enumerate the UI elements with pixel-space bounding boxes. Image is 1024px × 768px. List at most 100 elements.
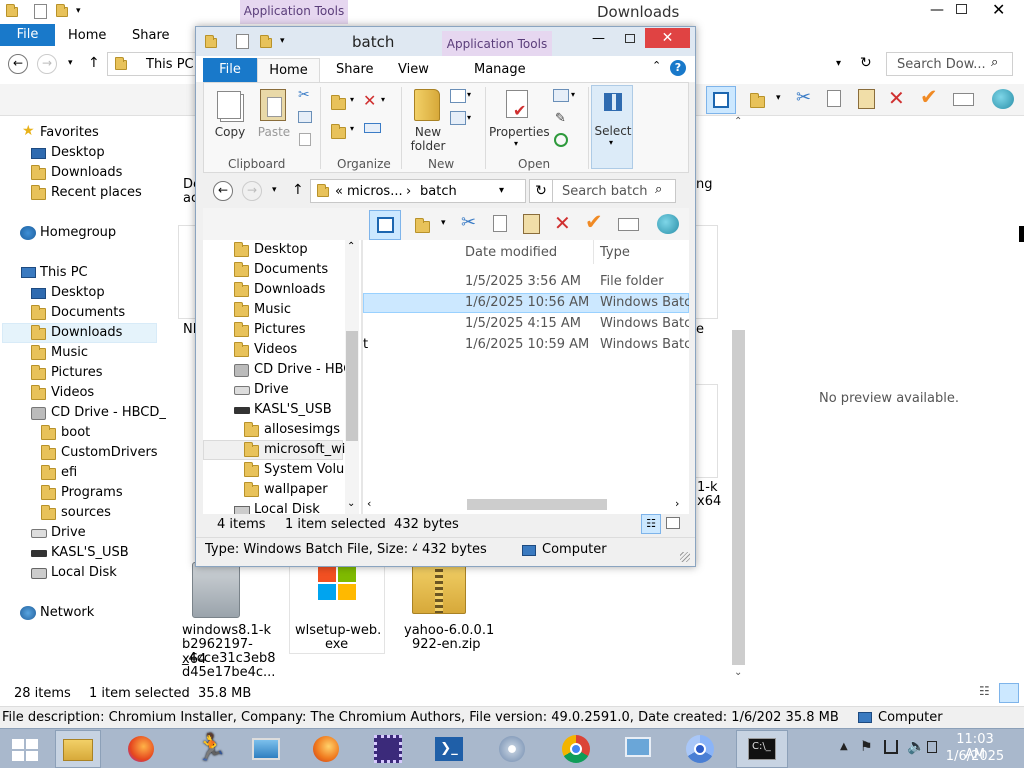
tray-overflow-icon[interactable]: ▲ xyxy=(840,741,848,752)
nav-pc-downloads[interactable]: Downloads xyxy=(51,323,122,343)
bg-copy-icon[interactable] xyxy=(827,90,841,107)
nav-usb[interactable]: KASL'S_USB xyxy=(51,543,129,563)
bg-delete-icon[interactable]: ✕ xyxy=(888,86,905,110)
list-hscroll[interactable]: ‹ › xyxy=(363,497,689,512)
file-row-selected[interactable]: 1/6/2025 10:56 AM Windows Batc xyxy=(363,293,689,313)
nav-favorites[interactable]: Favorites xyxy=(40,123,99,143)
taskbar-cmd-button[interactable]: C:\_ xyxy=(736,730,788,768)
tree-vscroll[interactable]: ⌃ ⌄ xyxy=(345,240,359,514)
nav-pc-desktop[interactable]: Desktop xyxy=(51,283,105,303)
copy-path-icon[interactable] xyxy=(298,111,312,123)
bg-checkmark-icon[interactable]: ✔ xyxy=(920,85,938,109)
nav-thispc[interactable]: This PC xyxy=(40,263,88,283)
bg-back-button[interactable]: ← xyxy=(8,54,28,74)
tree-documents[interactable]: Documents xyxy=(254,260,328,280)
fg-tab-file[interactable]: File xyxy=(203,58,257,82)
tree-scroll-down-arrow[interactable]: ⌄ xyxy=(347,498,355,509)
file-tile-wlsetup[interactable]: wlsetup-web. exe xyxy=(289,560,385,654)
easy-access-icon[interactable] xyxy=(450,111,466,125)
bg-file-tile-partial-left[interactable] xyxy=(178,225,196,319)
nav-pc-pictures[interactable]: Pictures xyxy=(51,363,102,383)
select-button-box[interactable]: Select ▾ xyxy=(591,85,633,169)
bg-address-dropdown-icon[interactable]: ▾ xyxy=(836,58,841,69)
bg-recent-dropdown-icon[interactable]: ▾ xyxy=(68,58,73,68)
bg-tb-dropdown-icon[interactable]: ▾ xyxy=(776,93,781,103)
fg-up-button[interactable]: ↑ xyxy=(292,182,304,198)
taskbar-firefox2-button[interactable] xyxy=(311,735,341,763)
nav-fav-downloads[interactable]: Downloads xyxy=(51,163,122,183)
nav-fav-recent[interactable]: Recent places xyxy=(51,183,142,203)
tray-volume-icon[interactable]: 🔈 xyxy=(907,737,926,755)
bg-preview-pane-icon[interactable] xyxy=(706,86,736,114)
nav-drive[interactable]: Drive xyxy=(51,523,86,543)
bg-close-button[interactable]: ✕ xyxy=(992,0,1005,19)
nav-cd-customdrivers[interactable]: CustomDrivers xyxy=(61,443,158,463)
fg-qat-folder-icon[interactable] xyxy=(205,35,217,48)
fg-details-view-icon[interactable]: ☷ xyxy=(641,514,661,534)
fg-tab-manage[interactable]: Manage xyxy=(474,62,526,77)
new-item-icon[interactable] xyxy=(450,89,466,103)
edit-icon[interactable]: ✎ xyxy=(555,111,566,126)
fg-close-button[interactable]: ✕ xyxy=(645,28,690,48)
taskbar-powershell-button[interactable]: ❯_ xyxy=(433,734,465,764)
fg-address-bar[interactable]: « micros... › batch ▾ xyxy=(310,179,526,203)
bg-checked-folder-icon[interactable] xyxy=(750,93,765,108)
tree-desktop[interactable]: Desktop xyxy=(254,240,308,260)
address-separator[interactable]: › xyxy=(406,184,411,199)
file-row[interactable]: 1/5/2025 4:15 AM Windows Batc xyxy=(363,314,689,334)
paste-shortcut-icon[interactable] xyxy=(299,133,311,146)
fg-checked-folder-icon[interactable] xyxy=(415,218,430,233)
qat-folder-icon[interactable] xyxy=(6,4,18,17)
tray-network-icon[interactable] xyxy=(884,740,898,754)
bg-search-input[interactable]: Search Dow... ⌕ xyxy=(886,52,1013,76)
bg-tab-file[interactable]: File xyxy=(0,24,55,46)
scroll-thumb[interactable] xyxy=(732,330,745,665)
taskbar-firefox-button[interactable] xyxy=(126,735,156,763)
fg-qat-properties-icon[interactable] xyxy=(236,34,249,49)
fg-refresh-button[interactable]: ↻ xyxy=(529,179,553,203)
bg-maximize-button[interactable] xyxy=(956,4,967,14)
tree-usb[interactable]: KASL'S_USB xyxy=(254,400,332,420)
properties-dropdown-icon[interactable]: ▾ xyxy=(514,139,518,148)
bg-cut-icon[interactable]: ✂ xyxy=(796,87,811,108)
nav-cd-programs[interactable]: Programs xyxy=(61,483,123,503)
new-folder-button-line1[interactable]: New xyxy=(408,125,448,139)
bg-up-button[interactable]: ↑ xyxy=(88,55,100,71)
hscroll-left-arrow[interactable]: ‹ xyxy=(367,497,371,510)
history-icon[interactable] xyxy=(554,133,568,147)
column-divider[interactable] xyxy=(593,240,594,264)
fg-preview-pane-icon[interactable] xyxy=(369,210,401,240)
tree-videos[interactable]: Videos xyxy=(254,340,297,360)
tree-microsoft[interactable]: microsoft_wi xyxy=(264,440,345,460)
tree-scroll-up-arrow[interactable]: ⌃ xyxy=(347,241,355,252)
nav-network[interactable]: Network xyxy=(40,603,94,623)
bg-shell-icon[interactable] xyxy=(992,89,1014,109)
fg-large-icons-view-icon[interactable] xyxy=(666,517,680,529)
qat-newfolder-icon[interactable] xyxy=(56,4,68,17)
bg-large-icons-view-icon[interactable] xyxy=(999,683,1019,703)
fg-tab-share[interactable]: Share xyxy=(336,62,374,77)
bg-vertical-scrollbar[interactable]: ⌃ ⌄ xyxy=(731,116,746,682)
column-header-date[interactable]: Date modified xyxy=(465,245,557,260)
taskbar-disk-tool-button[interactable] xyxy=(496,733,528,765)
new-folder-button-line2[interactable]: folder xyxy=(408,139,448,153)
nav-cd-boot[interactable]: boot xyxy=(61,423,90,443)
tree-allosesimgs[interactable]: allosesimgs xyxy=(264,420,340,440)
properties-button[interactable]: Properties xyxy=(489,125,550,139)
fg-minimize-button[interactable]: — xyxy=(592,31,605,46)
open-dropdown-icon[interactable]: ▾ xyxy=(571,90,575,99)
tree-downloads[interactable]: Downloads xyxy=(254,280,325,300)
nav-local-disk[interactable]: Local Disk xyxy=(51,563,117,583)
fg-copy-icon[interactable] xyxy=(493,215,507,232)
move-to-icon[interactable] xyxy=(331,95,346,110)
nav-pc-music[interactable]: Music xyxy=(51,343,88,363)
fg-search-input[interactable]: Search batch ⌕ xyxy=(552,179,676,203)
bg-file-tile-partial-right2[interactable] xyxy=(696,384,718,478)
qat-properties-icon[interactable] xyxy=(34,4,47,19)
hscroll-right-arrow[interactable]: › xyxy=(675,497,679,510)
file-tile-windows-update[interactable]: windows8.1-k b2962197-x64 _4cce31c3eb8 d… xyxy=(178,560,276,680)
taskbar-runner-button[interactable]: 🏃 xyxy=(190,733,227,765)
nav-pc-videos[interactable]: Videos xyxy=(51,383,94,403)
scroll-up-arrow[interactable]: ⌃ xyxy=(734,116,742,127)
file-row[interactable]: t 1/6/2025 10:59 AM Windows Batc xyxy=(363,335,689,355)
